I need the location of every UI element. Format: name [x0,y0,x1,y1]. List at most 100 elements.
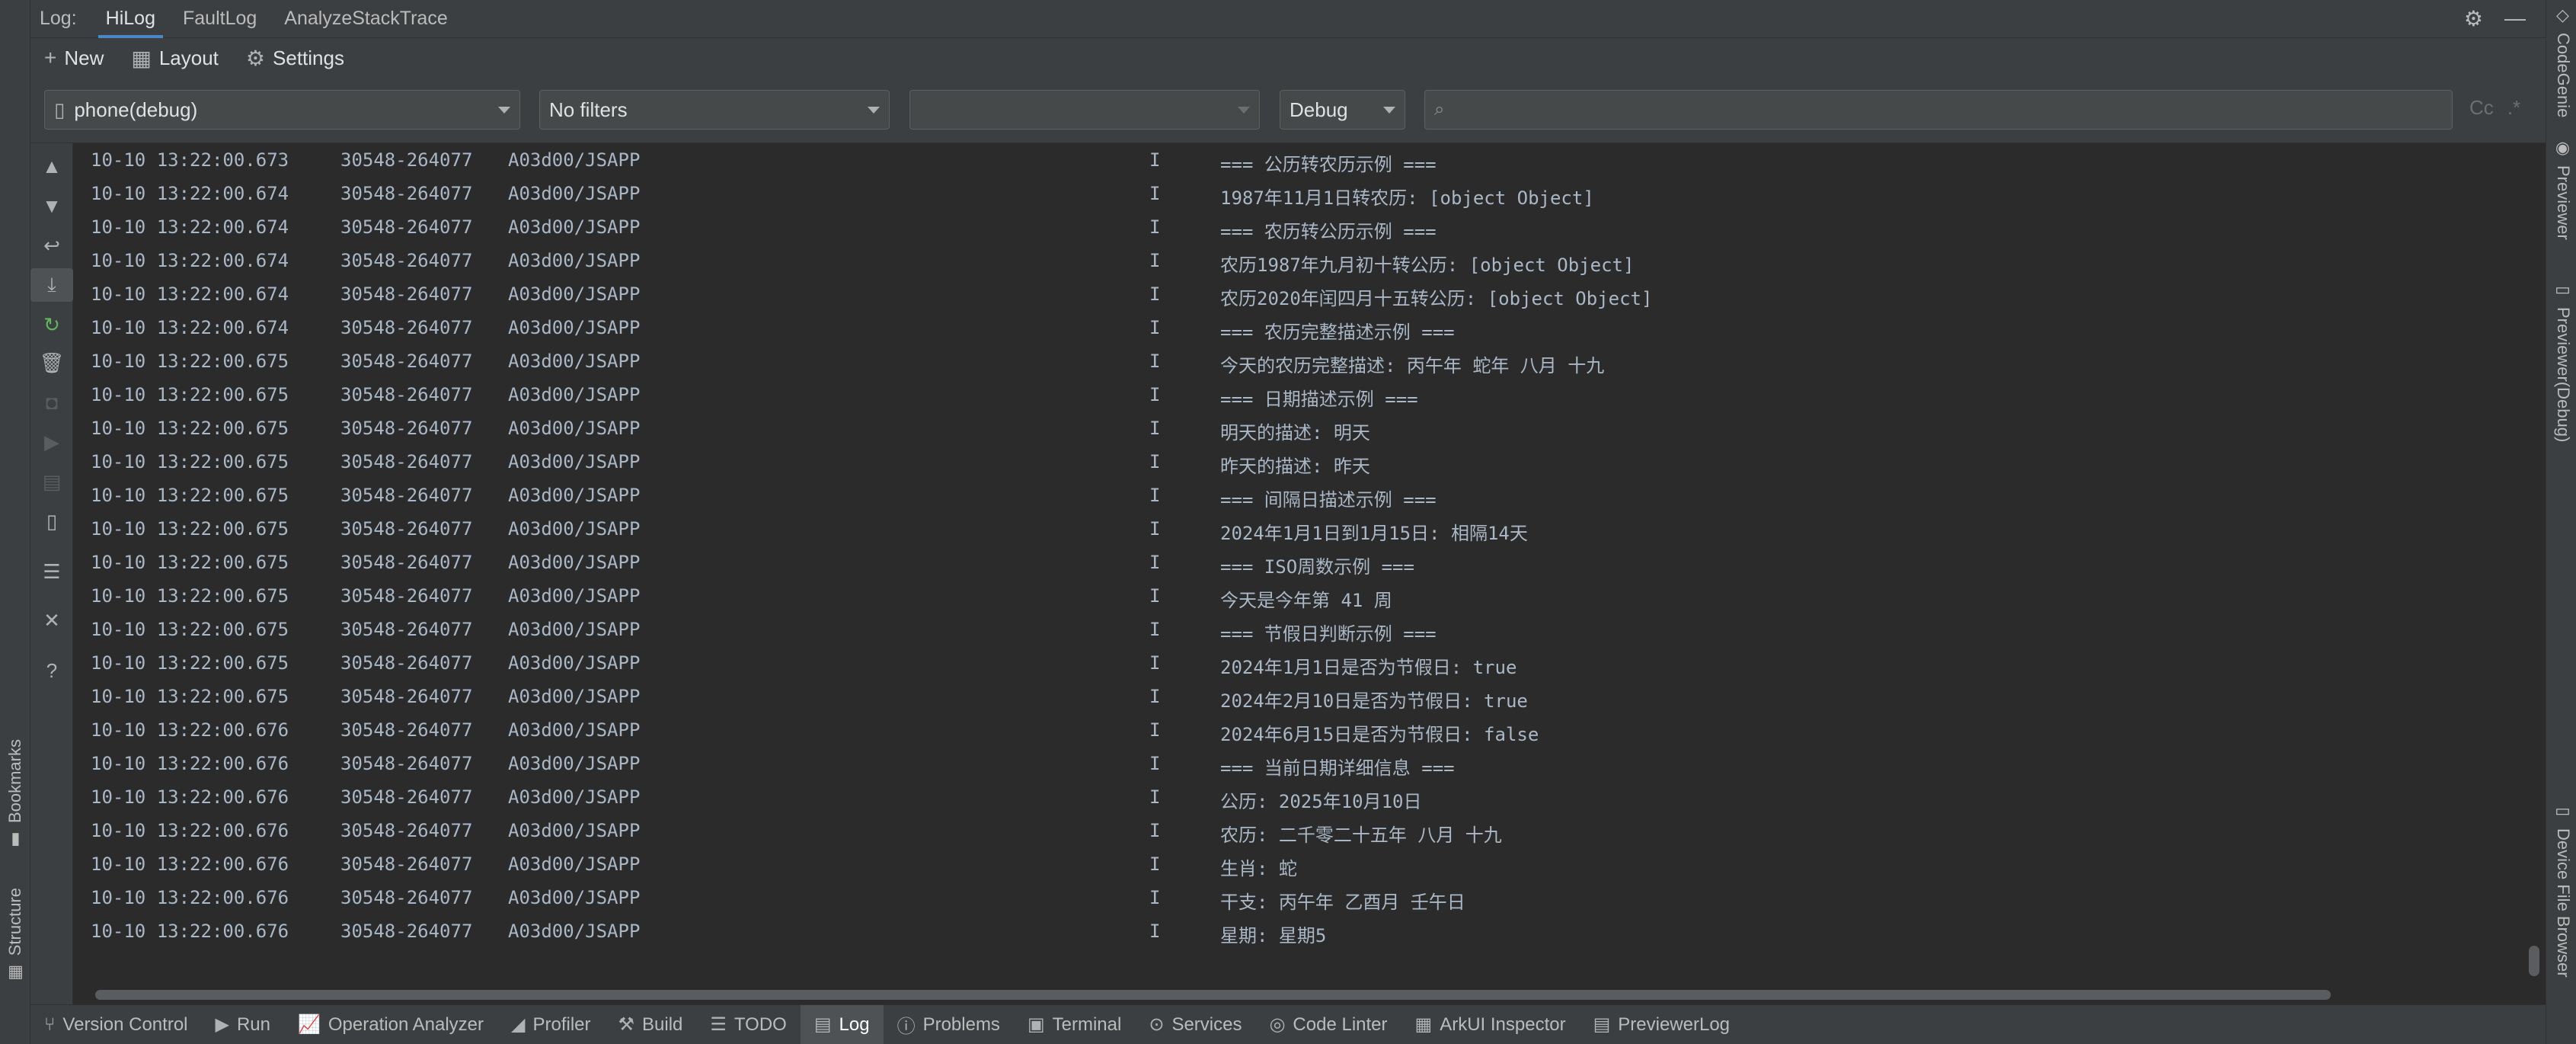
log-row[interactable]: 10-10 13:22:00.675 30548-264077 A03d00/JSA… [74,546,2523,579]
bottom-tool-operation-analyzer[interactable]: 📈 Operation Analyzer [284,1005,497,1044]
previewer-debug-stripe-button[interactable]: ▭ Previewer(Debug) [2551,280,2575,442]
bottom-tool-services[interactable]: ⊙ Services [1135,1005,1255,1044]
log-message: 今天是今年第 41 周 [1220,590,1392,611]
close-icon[interactable]: ✕ [30,604,73,637]
log-message: 昨天的描述: 昨天 [1220,456,1370,477]
log-output[interactable]: 10-10 13:22:00.673 30548-264077 A03d00/JSA… [74,143,2523,985]
scroll-up-icon[interactable]: ▲ [30,149,73,183]
scroll-to-end-icon[interactable]: ⤓ [30,268,73,302]
chevron-down-icon [498,106,510,114]
log-row[interactable]: 10-10 13:22:00.675 30548-264077 A03d00/JSA… [74,412,2523,445]
log-tag: A03d00/JSAPP [508,317,641,338]
log-pid: 30548-264077 [340,585,473,607]
soft-wrap-icon[interactable]: ↩ [30,229,73,262]
log-tag: A03d00/JSAPP [508,887,641,908]
search-input[interactable]: ⌕ [1424,90,2453,130]
match-case-toggle[interactable]: Cc [2469,96,2494,120]
structure-stripe-button[interactable]: ▦ Structure [3,888,27,982]
log-row[interactable]: 10-10 13:22:00.676 30548-264077 A03d00/JSA… [74,713,2523,747]
bottom-tool-version-control[interactable]: ⑂ Version Control [30,1005,202,1044]
tab-faultlog[interactable]: FaultLog [169,0,270,38]
restart-icon[interactable]: ↻ [30,308,73,341]
help-icon[interactable]: ? [30,654,73,687]
scroll-down-icon[interactable]: ▼ [30,189,73,223]
horizontal-scrollbar[interactable] [74,985,2523,1004]
log-level: I [1149,786,1161,808]
phone-icon: ▯ [54,98,66,121]
right-tool-stripe: ◇ CodeGenie ◉ Previewer ▭ Previewer(Debu… [2546,0,2576,1044]
log-row[interactable]: 10-10 13:22:00.676 30548-264077 A03d00/JSA… [74,814,2523,847]
filter-settings-icon[interactable]: ☰ [30,555,73,588]
log-row[interactable]: 10-10 13:22:00.675 30548-264077 A03d00/JSA… [74,344,2523,378]
log-side-toolbar: ▲ ▼ ↩ ⤓ ↻ 🗑 ◘ ▶ ▤ ▯ ☰ ✕ ? [30,143,73,1004]
bottom-tool-todo[interactable]: ☰ TODO [696,1005,800,1044]
previewer-stripe-button[interactable]: ◉ Previewer [2551,139,2575,240]
bottom-tool-problems[interactable]: ⓘ Problems [884,1005,1014,1044]
log-row[interactable]: 10-10 13:22:00.674 30548-264077 A03d00/JSA… [74,210,2523,244]
log-row[interactable]: 10-10 13:22:00.673 30548-264077 A03d00/JSA… [74,143,2523,177]
bottom-tool-label: Version Control [62,1014,188,1035]
device-select[interactable]: ▯ phone(debug) [44,90,520,130]
bottom-tool-log[interactable]: ▤ Log [800,1004,884,1044]
log-row[interactable]: 10-10 13:22:00.674 30548-264077 A03d00/JSA… [74,244,2523,277]
run-icon: ▶ [215,1014,229,1035]
tab-hilog[interactable]: HiLog [92,0,169,38]
log-icon: ▤ [813,1014,832,1035]
log-message: === 农历完整描述示例 === [1220,322,1455,343]
chevron-down-icon [868,106,880,114]
regex-toggle[interactable]: .* [2507,96,2520,120]
log-row[interactable]: 10-10 13:22:00.676 30548-264077 A03d00/JSA… [74,780,2523,814]
log-tag: A03d00/JSAPP [508,719,641,741]
gear-icon[interactable]: ⚙ [2464,6,2483,31]
bottom-tool-build[interactable]: ⚒ Build [605,1005,697,1044]
log-row[interactable]: 10-10 13:22:00.675 30548-264077 A03d00/JSA… [74,378,2523,412]
process-select[interactable] [909,90,1260,130]
log-row[interactable]: 10-10 13:22:00.676 30548-264077 A03d00/JSA… [74,847,2523,881]
log-time: 10-10 13:22:00.674 [91,283,289,305]
log-message: 星期: 星期5 [1220,925,1327,946]
bottom-tool-profiler[interactable]: ◢ Profiler [497,1005,605,1044]
log-row[interactable]: 10-10 13:22:00.675 30548-264077 A03d00/JSA… [74,613,2523,646]
bookmarks-stripe-button[interactable]: ▮ Bookmarks [3,739,27,850]
settings-button[interactable]: ⚙ Settings [232,38,358,78]
bottom-tool-label: Problems [922,1014,1000,1035]
codegenie-stripe-button[interactable]: ◇ CodeGenie [2551,6,2575,117]
log-tag: A03d00/JSAPP [508,686,641,707]
layout-button[interactable]: ▦ Layout [117,38,232,78]
log-row[interactable]: 10-10 13:22:00.676 30548-264077 A03d00/JSA… [74,747,2523,780]
bottom-tool-terminal[interactable]: ▣ Terminal [1014,1005,1135,1044]
log-message: 生肖: 蛇 [1220,858,1297,879]
log-row[interactable]: 10-10 13:22:00.675 30548-264077 A03d00/JSA… [74,680,2523,713]
device-icon[interactable]: ▯ [30,504,73,538]
log-pid: 30548-264077 [340,183,473,204]
branch-icon: ⑂ [44,1014,56,1035]
new-button[interactable]: + New [30,38,117,78]
filter-select[interactable]: No filters [539,90,890,130]
log-time: 10-10 13:22:00.675 [91,351,289,372]
log-level: I [1149,887,1161,908]
log-row[interactable]: 10-10 13:22:00.674 30548-264077 A03d00/JSA… [74,277,2523,311]
log-row[interactable]: 10-10 13:22:00.675 30548-264077 A03d00/JSA… [74,445,2523,479]
log-row[interactable]: 10-10 13:22:00.674 30548-264077 A03d00/JSA… [74,311,2523,344]
log-row[interactable]: 10-10 13:22:00.675 30548-264077 A03d00/JSA… [74,646,2523,680]
bottom-tool-previewerlog[interactable]: ▤ PreviewerLog [1580,1005,1743,1044]
trash-icon[interactable]: 🗑 [30,346,73,379]
bottom-tool-arkui-inspector[interactable]: ▦ ArkUI Inspector [1401,1005,1580,1044]
log-level: I [1149,250,1161,271]
log-row[interactable]: 10-10 13:22:00.675 30548-264077 A03d00/JSA… [74,479,2523,512]
log-pid: 30548-264077 [340,619,473,640]
minimize-icon[interactable]: — [2504,6,2526,31]
log-row[interactable]: 10-10 13:22:00.676 30548-264077 A03d00/JSA… [74,881,2523,914]
device-file-browser-stripe-button[interactable]: ▭ Device File Browser [2551,802,2575,978]
log-row[interactable]: 10-10 13:22:00.675 30548-264077 A03d00/JSA… [74,512,2523,546]
log-row[interactable]: 10-10 13:22:00.675 30548-264077 A03d00/JSA… [74,579,2523,613]
vertical-scrollbar[interactable] [2523,143,2546,985]
log-time: 10-10 13:22:00.675 [91,585,289,607]
bottom-tool-run[interactable]: ▶ Run [202,1005,285,1044]
log-row[interactable]: 10-10 13:22:00.674 30548-264077 A03d00/JSA… [74,177,2523,210]
log-row[interactable]: 10-10 13:22:00.676 30548-264077 A03d00/JSA… [74,914,2523,948]
tab-analyzestacktrace[interactable]: AnalyzeStackTrace [270,0,461,38]
bottom-tool-code-linter[interactable]: ◎ Code Linter [1255,1005,1401,1044]
log-level-select[interactable]: Debug [1280,90,1405,130]
log-pid: 30548-264077 [340,652,473,674]
